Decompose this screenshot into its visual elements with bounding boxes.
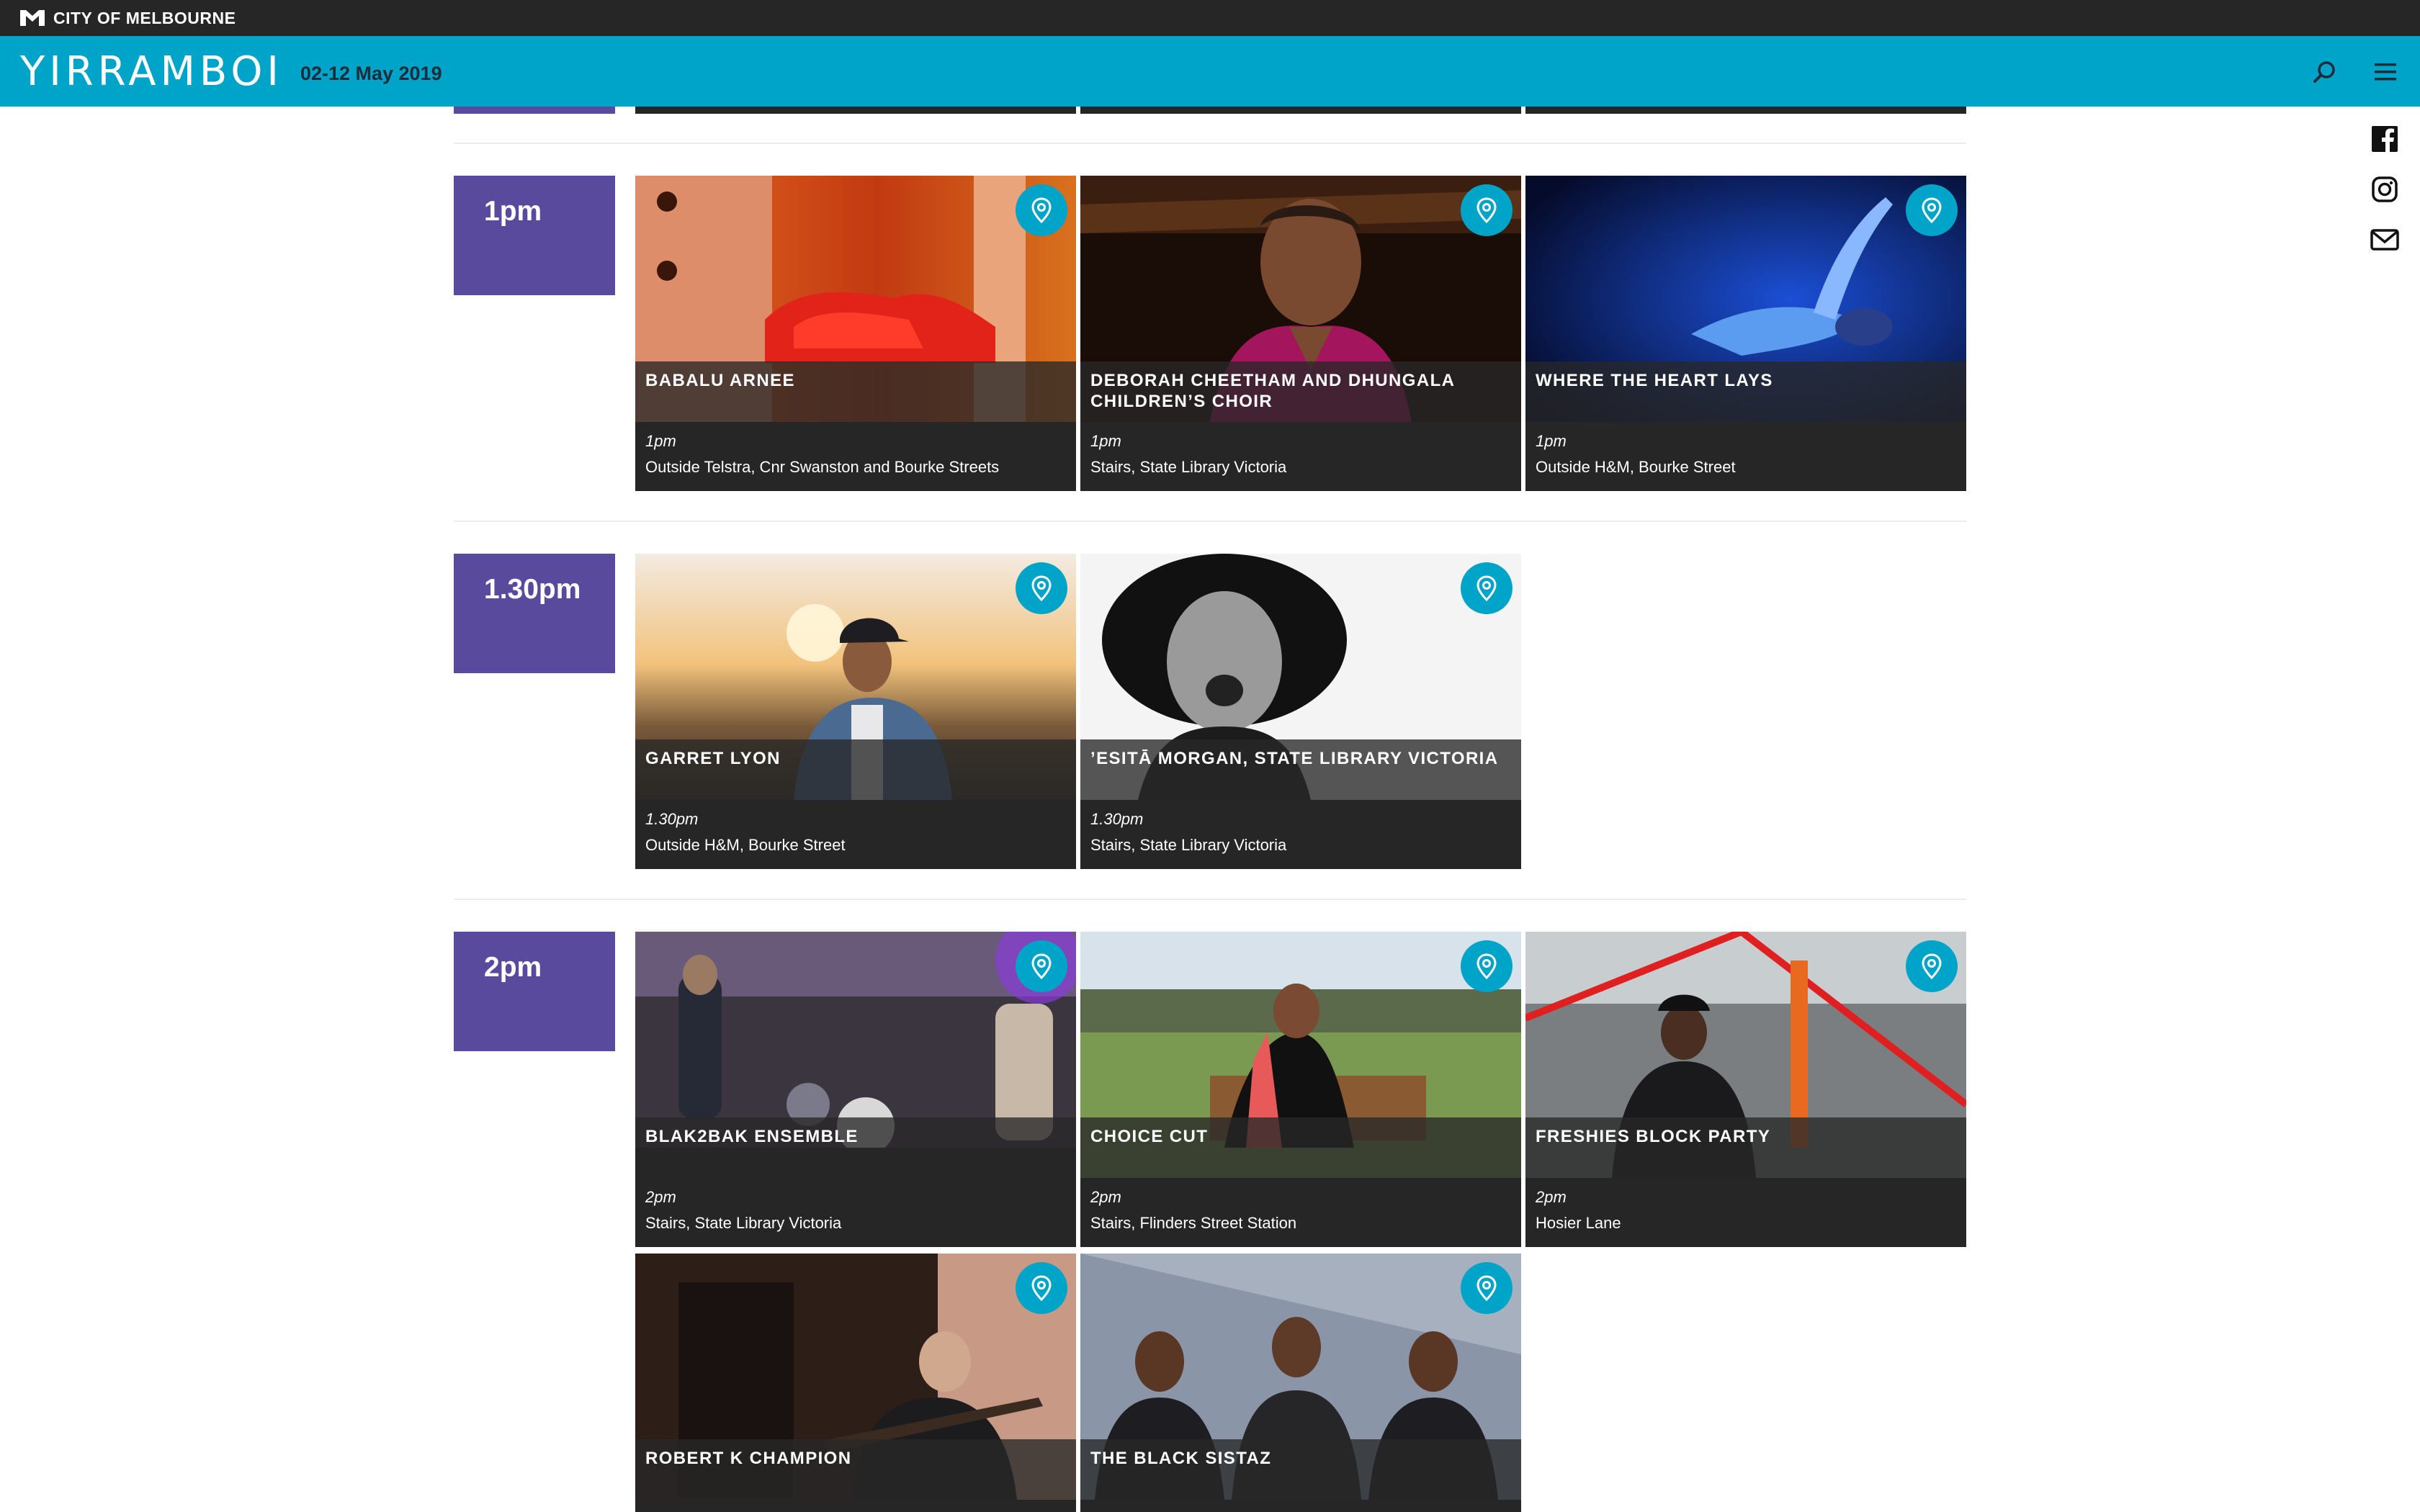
- search-button[interactable]: [2311, 58, 2339, 86]
- event-time: 1pm: [1090, 432, 1121, 450]
- event-venue: Stairs, State Library Victoria: [1090, 836, 1287, 854]
- event-title[interactable]: FRESHIES BLOCK PARTY: [1536, 1126, 1953, 1147]
- menu-button[interactable]: [2371, 58, 2400, 86]
- previous-time-block: [454, 107, 615, 114]
- location-pin-button[interactable]: [1906, 940, 1958, 992]
- map-pin-icon: [1476, 953, 1497, 979]
- previous-card[interactable]: [1525, 107, 1966, 114]
- location-pin-button[interactable]: [1461, 562, 1512, 614]
- map-pin-icon: [1031, 1275, 1052, 1301]
- event-title[interactable]: BABALU ARNEE: [645, 370, 1063, 391]
- location-pin-button[interactable]: [1906, 184, 1958, 236]
- event-title[interactable]: BLAK2BAK ENSEMBLE: [645, 1126, 1063, 1147]
- event-venue: Outside H&M, Bourke Street: [645, 836, 846, 854]
- time-label: 1pm: [484, 196, 542, 227]
- event-card-freshies-block-party[interactable]: FRESHIES BLOCK PARTY 2pm Hosier Lane: [1525, 932, 1966, 1247]
- city-of-melbourne-label[interactable]: CITY OF MELBOURNE: [53, 9, 236, 28]
- event-title[interactable]: ROBERT K CHAMPION: [645, 1448, 1063, 1469]
- search-icon: [2313, 61, 2335, 83]
- location-pin-button[interactable]: [1461, 184, 1512, 236]
- location-pin-button[interactable]: [1016, 1262, 1067, 1314]
- map-pin-icon: [1031, 197, 1052, 223]
- event-card-robert-k-champion[interactable]: ROBERT K CHAMPION: [635, 1254, 1076, 1512]
- map-pin-icon: [1031, 575, 1052, 601]
- event-title[interactable]: WHERE THE HEART LAYS: [1536, 370, 1953, 391]
- event-card-babalu-arnee[interactable]: BABALU ARNEE 1pm Outside Telstra, Cnr Sw…: [635, 176, 1076, 491]
- event-card-where-the-heart-lays[interactable]: WHERE THE HEART LAYS 1pm Outside H&M, Bo…: [1525, 176, 1966, 491]
- location-pin-button[interactable]: [1016, 562, 1067, 614]
- time-label: 2pm: [484, 952, 542, 983]
- event-card-choice-cut[interactable]: CHOICE CUT 2pm Stairs, Flinders Street S…: [1080, 932, 1521, 1247]
- event-venue: Stairs, State Library Victoria: [645, 1214, 842, 1232]
- map-pin-icon: [1922, 953, 1942, 979]
- event-title[interactable]: ’ESITĀ MORGAN, STATE LIBRARY VICTORIA: [1090, 748, 1508, 769]
- event-title[interactable]: DEBORAH CHEETHAM AND DHUNGALA CHILDREN’S…: [1090, 370, 1508, 412]
- map-pin-icon: [1922, 197, 1942, 223]
- event-venue: Hosier Lane: [1536, 1214, 1621, 1232]
- previous-card[interactable]: [1080, 107, 1521, 114]
- event-time: 1.30pm: [645, 810, 699, 828]
- event-venue: Outside H&M, Bourke Street: [1536, 458, 1736, 476]
- section-divider: [454, 521, 1966, 522]
- email-link[interactable]: [2370, 225, 2400, 255]
- event-title[interactable]: GARRET LYON: [645, 748, 1063, 769]
- event-venue: Stairs, State Library Victoria: [1090, 458, 1287, 476]
- site-logo[interactable]: YIRRAMBOI: [20, 48, 283, 95]
- event-time: 2pm: [1090, 1188, 1121, 1206]
- festival-dates: 02-12 May 2019: [300, 62, 442, 84]
- event-title[interactable]: THE BLACK SISTAZ: [1090, 1448, 1508, 1469]
- city-of-melbourne-logo-icon[interactable]: [19, 9, 46, 27]
- location-pin-button[interactable]: [1016, 940, 1067, 992]
- event-time: 1pm: [645, 432, 676, 450]
- instagram-icon: [2372, 176, 2398, 202]
- city-of-melbourne-bar: CITY OF MELBOURNE: [0, 0, 2420, 36]
- location-pin-button[interactable]: [1461, 940, 1512, 992]
- event-card-blak2bak-ensemble[interactable]: BLAK2BAK ENSEMBLE 2pm Stairs, State Libr…: [635, 932, 1076, 1247]
- event-card-the-black-sistaz[interactable]: THE BLACK SISTAZ: [1080, 1254, 1521, 1512]
- map-pin-icon: [1476, 575, 1497, 601]
- event-venue: Stairs, Flinders Street Station: [1090, 1214, 1297, 1232]
- event-time: 1.30pm: [1090, 810, 1144, 828]
- event-card-garret-lyon[interactable]: GARRET LYON 1.30pm Outside H&M, Bourke S…: [635, 554, 1076, 869]
- previous-card[interactable]: [635, 107, 1076, 114]
- section-divider: [454, 899, 1966, 900]
- time-block-2pm: 2pm: [454, 932, 615, 1051]
- event-time: 2pm: [645, 1188, 676, 1206]
- time-block-1-30pm: 1.30pm: [454, 554, 615, 673]
- location-pin-button[interactable]: [1016, 184, 1067, 236]
- location-pin-button[interactable]: [1461, 1262, 1512, 1314]
- facebook-icon: [2372, 126, 2398, 152]
- time-label: 1.30pm: [484, 574, 581, 605]
- hamburger-menu-icon: [2375, 63, 2396, 81]
- event-time: 1pm: [1536, 432, 1567, 450]
- event-time: 2pm: [1536, 1188, 1567, 1206]
- event-title[interactable]: CHOICE CUT: [1090, 1126, 1508, 1147]
- event-venue: Outside Telstra, Cnr Swanston and Bourke…: [645, 458, 1000, 476]
- map-pin-icon: [1031, 953, 1052, 979]
- instagram-link[interactable]: [2370, 174, 2400, 204]
- facebook-link[interactable]: [2370, 124, 2400, 154]
- site-header: YIRRAMBOI 02-12 May 2019: [0, 36, 2420, 107]
- map-pin-icon: [1476, 1275, 1497, 1301]
- event-card-esita-morgan[interactable]: ’ESITĀ MORGAN, STATE LIBRARY VICTORIA 1.…: [1080, 554, 1521, 869]
- event-card-deborah-cheetham[interactable]: DEBORAH CHEETHAM AND DHUNGALA CHILDREN’S…: [1080, 176, 1521, 491]
- map-pin-icon: [1476, 197, 1497, 223]
- section-divider: [454, 143, 1966, 144]
- time-block-1pm: 1pm: [454, 176, 615, 295]
- mail-icon: [2370, 229, 2399, 251]
